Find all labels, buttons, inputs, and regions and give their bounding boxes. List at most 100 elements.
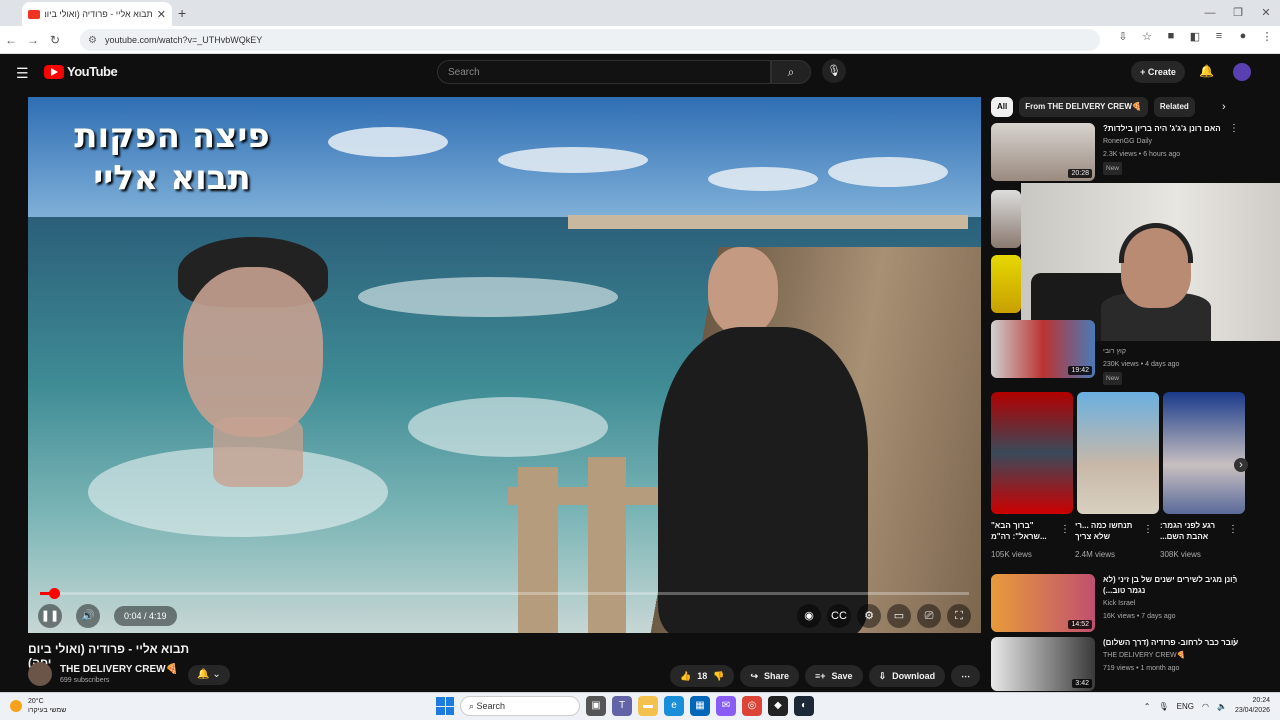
taskbar-search[interactable]: ⌕ Search bbox=[460, 696, 580, 716]
clock[interactable]: 20:24 23/04/2026 bbox=[1235, 696, 1270, 716]
short-caption[interactable]: "ברוך הבא" ...שראל": רה"מ bbox=[991, 520, 1061, 542]
more-options-icon[interactable]: ⋮ bbox=[1229, 123, 1239, 134]
more-actions-button[interactable]: ⋯ bbox=[951, 665, 981, 687]
hamburger-menu-icon[interactable]: ☰ bbox=[16, 65, 29, 82]
like-dislike-button[interactable]: 👍 18 👎 bbox=[670, 665, 735, 687]
channel-name[interactable]: THE DELIVERY CREW🍕 bbox=[60, 664, 178, 675]
video-thumbnail[interactable]: 19:42 bbox=[991, 320, 1095, 378]
sidebar-channel[interactable]: RonenGG Daily bbox=[1103, 136, 1243, 147]
share-button[interactable]: ↪ Share bbox=[740, 665, 800, 687]
task-view-icon[interactable]: ▣ bbox=[586, 696, 606, 716]
reload-icon[interactable]: ↻ bbox=[44, 33, 66, 47]
steam-icon[interactable]: ◐ bbox=[794, 696, 814, 716]
chip-related[interactable]: Related bbox=[1153, 97, 1195, 117]
chip-from-channel[interactable]: From THE DELIVERY CREW🍕 bbox=[1019, 97, 1148, 117]
file-explorer-icon[interactable]: ▬ bbox=[638, 696, 658, 716]
download-button[interactable]: ⇩ Download bbox=[868, 665, 946, 687]
minimize-icon[interactable]: — bbox=[1196, 0, 1224, 26]
bookmark-star-icon[interactable]: ☆ bbox=[1140, 30, 1154, 43]
short-thumbnail[interactable] bbox=[1077, 392, 1159, 514]
language-indicator[interactable]: ENG bbox=[1177, 702, 1194, 711]
speaker-icon[interactable]: 🔈 bbox=[1217, 702, 1227, 711]
close-window-icon[interactable]: ✕ bbox=[1252, 0, 1280, 26]
edge-icon[interactable]: e bbox=[664, 696, 684, 716]
weather-widget[interactable]: 20°C שמשי בעיקרו bbox=[10, 697, 66, 715]
video-thumbnail[interactable]: 3:42 bbox=[991, 637, 1095, 691]
more-options-icon[interactable]: ⋮ bbox=[1229, 574, 1239, 585]
subtitles-icon[interactable]: CC bbox=[827, 604, 851, 628]
more-options-icon[interactable]: ⋮ bbox=[1060, 524, 1070, 535]
chrome-icon[interactable]: ◎ bbox=[742, 696, 762, 716]
sidebar-video-title[interactable]: רונן מגיב לשירים ישנים של בן זיני (לא נג… bbox=[1103, 574, 1243, 596]
account-avatar[interactable] bbox=[1233, 63, 1251, 81]
progress-scrubber[interactable] bbox=[48, 588, 60, 599]
close-tab-icon[interactable]: ✕ bbox=[157, 8, 166, 21]
puzzle-icon[interactable]: ◧ bbox=[1188, 30, 1202, 43]
short-thumbnail[interactable] bbox=[1163, 392, 1245, 514]
channel-avatar[interactable] bbox=[28, 662, 52, 686]
more-options-icon[interactable]: ⋮ bbox=[1228, 524, 1238, 535]
video-thumbnail[interactable] bbox=[991, 255, 1021, 313]
sidebar-video[interactable]: 14:52 רונן מגיב לשירים ישנים של בן זיני … bbox=[991, 574, 1261, 632]
messenger-icon[interactable]: ✉ bbox=[716, 696, 736, 716]
sidebar-video[interactable]: 20:28 האם רונן ג'ג'ג' היה בריון בילדות? … bbox=[991, 123, 1261, 181]
short-caption[interactable]: רגע לפני הגמר: אהבת השם... bbox=[1160, 520, 1230, 542]
shorts-next-icon[interactable]: › bbox=[1234, 458, 1248, 472]
short-caption[interactable]: תנחשו כמה ...רי שלא צריך bbox=[1075, 520, 1145, 542]
dislike-icon[interactable]: 👎 bbox=[713, 665, 724, 687]
site-info-icon[interactable]: ⚙ bbox=[88, 35, 97, 46]
short-thumbnail[interactable] bbox=[991, 392, 1073, 514]
more-options-icon[interactable]: ⋮ bbox=[1229, 637, 1239, 648]
create-button[interactable]: + Create bbox=[1131, 61, 1185, 83]
wifi-icon[interactable]: ◠ bbox=[1202, 702, 1209, 711]
sidebar-channel[interactable]: Kick Israel bbox=[1103, 598, 1243, 609]
voice-search-icon[interactable]: 🎙 bbox=[822, 59, 846, 83]
tray-chevron-icon[interactable]: ⌃ bbox=[1144, 702, 1151, 711]
search-input[interactable]: Search bbox=[437, 60, 771, 84]
notifications-bell-icon[interactable]: 🔔 bbox=[1199, 64, 1214, 78]
youtube-logo[interactable]: YouTube bbox=[44, 64, 118, 79]
cast-icon[interactable]: ⎚ bbox=[917, 604, 941, 628]
chip-all[interactable]: All bbox=[991, 97, 1014, 117]
video-player[interactable]: פיצה הפקות תבוא אליי ❚❚ 🔊 0:04 / 4:19 ◉ … bbox=[28, 97, 981, 633]
save-button[interactable]: ≡+ Save bbox=[805, 665, 863, 687]
volume-icon[interactable]: 🔊 bbox=[76, 604, 100, 628]
teams-icon[interactable]: T bbox=[612, 696, 632, 716]
sidebar-video-title[interactable]: האם רונן ג'ג'ג' היה בריון בילדות? bbox=[1103, 123, 1243, 134]
video-thumbnail[interactable]: 20:28 bbox=[991, 123, 1095, 181]
store-icon[interactable]: ▦ bbox=[690, 696, 710, 716]
sidebar-video-title[interactable]: עובר כבר לרחוב- פרודיה (דרך השלום) bbox=[1103, 637, 1243, 648]
forward-icon[interactable]: → bbox=[22, 33, 44, 47]
extension-icon[interactable]: ■ bbox=[1164, 30, 1178, 43]
address-bar[interactable]: ⚙ youtube.com/watch?v=_UTHvbWQkEY bbox=[80, 29, 1100, 51]
chevron-right-icon[interactable]: › bbox=[1222, 101, 1226, 113]
app-icon[interactable]: ◆ bbox=[768, 696, 788, 716]
new-tab-icon[interactable]: + bbox=[178, 5, 186, 21]
restore-icon[interactable]: ❐ bbox=[1224, 0, 1252, 26]
browser-menu-icon[interactable]: ⋮ bbox=[1260, 30, 1274, 43]
tray-mic-icon[interactable]: 🎙 bbox=[1159, 702, 1169, 711]
like-icon[interactable]: 👍 bbox=[680, 665, 691, 687]
sidebar-video[interactable]: 19:42 קוץ רובי 230K views • 4 days ago N… bbox=[991, 320, 1261, 385]
miniplayer-icon[interactable]: ▭ bbox=[887, 604, 911, 628]
sidebar-channel[interactable]: קוץ רובי bbox=[1103, 346, 1243, 357]
install-icon[interactable]: ⇩ bbox=[1116, 30, 1130, 43]
more-options-icon[interactable]: ⋮ bbox=[1143, 524, 1153, 535]
sidebar-video[interactable]: 3:42 עובר כבר לרחוב- פרודיה (דרך השלום) … bbox=[991, 637, 1261, 691]
sidebar-channel[interactable]: THE DELIVERY CREW🍕 bbox=[1103, 650, 1243, 661]
browser-tab[interactable]: תבוא אליי - פרודיה (ואולי ביום יפה) ✕ bbox=[22, 2, 172, 26]
video-thumbnail[interactable] bbox=[991, 190, 1021, 248]
subscription-bell-button[interactable]: 🔔 ⌄ bbox=[188, 665, 230, 685]
autoplay-toggle-icon[interactable]: ◉ bbox=[797, 604, 821, 628]
profile-icon[interactable]: ● bbox=[1236, 30, 1250, 43]
cloud bbox=[708, 167, 818, 191]
settings-gear-icon[interactable]: ⚙ bbox=[857, 604, 881, 628]
progress-bar[interactable] bbox=[40, 588, 969, 599]
fullscreen-icon[interactable]: ⛶ bbox=[947, 604, 971, 628]
windows-start-icon[interactable] bbox=[436, 697, 454, 715]
pause-icon[interactable]: ❚❚ bbox=[38, 604, 62, 628]
back-icon[interactable]: ← bbox=[0, 33, 22, 47]
search-button[interactable]: ⌕ bbox=[771, 60, 811, 84]
video-thumbnail[interactable]: 14:52 bbox=[991, 574, 1095, 632]
media-icon[interactable]: ≡ bbox=[1212, 30, 1226, 43]
